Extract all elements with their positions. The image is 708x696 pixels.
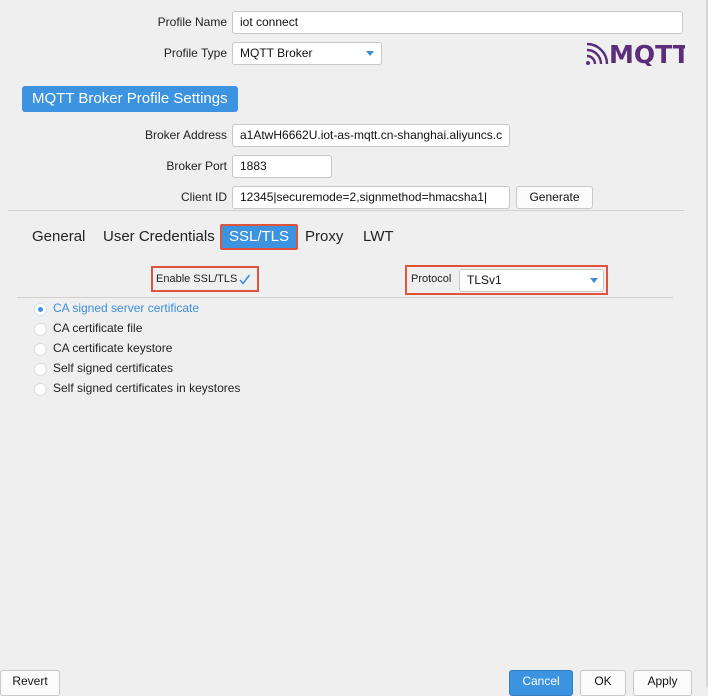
tab-lwt[interactable]: LWT: [363, 228, 394, 246]
mqtt-logo: MQTT: [586, 40, 685, 66]
tab-ssl-tls[interactable]: SSL/TLS: [220, 224, 299, 250]
generate-button[interactable]: Generate: [516, 186, 593, 209]
tab-user-credentials[interactable]: User Credentials: [103, 228, 215, 246]
radio-button[interactable]: [34, 363, 47, 376]
profile-name-input[interactable]: iot connect: [232, 11, 683, 34]
chevron-down-icon: [366, 51, 374, 56]
radio-label: Self signed certificates in keystores: [53, 381, 241, 395]
radio-button[interactable]: [34, 383, 47, 396]
radio-label: CA signed server certificate: [53, 301, 200, 315]
profile-type-label: Profile Type: [163, 46, 227, 60]
divider: [8, 210, 684, 211]
apply-button[interactable]: Apply: [633, 670, 692, 696]
chevron-down-icon: [590, 278, 598, 283]
broker-port-input[interactable]: 1883: [232, 155, 332, 178]
revert-button[interactable]: Revert: [0, 670, 60, 696]
profile-type-select[interactable]: MQTT Broker: [232, 42, 382, 65]
broker-address-input[interactable]: a1AtwH6662U.iot-as-mqtt.cn-shanghai.aliy…: [232, 124, 510, 147]
radio-button[interactable]: [34, 343, 47, 356]
checkmark-icon: [239, 274, 251, 285]
mqtt-logo-text: MQTT: [609, 40, 685, 66]
radio-label: CA certificate keystore: [53, 341, 173, 355]
radio-button[interactable]: [34, 323, 47, 336]
broker-port-label: Broker Port: [166, 159, 227, 173]
enable-ssl-checkbox[interactable]: [238, 273, 251, 286]
protocol-value: TLSv1: [467, 273, 502, 287]
protocol-label: Protocol: [411, 273, 452, 285]
radio-label: CA certificate file: [53, 321, 143, 335]
tab-proxy[interactable]: Proxy: [305, 228, 343, 246]
ok-button[interactable]: OK: [580, 670, 626, 696]
tab-general[interactable]: General: [32, 228, 85, 246]
profile-type-value: MQTT Broker: [240, 46, 313, 60]
enable-ssl-label: Enable SSL/TLS: [156, 273, 238, 285]
client-id-label: Client ID: [180, 190, 227, 204]
client-id-input[interactable]: 12345|securemode=2,signmethod=hmacsha1|: [232, 186, 510, 209]
broker-address-label: Broker Address: [144, 128, 227, 142]
cancel-button[interactable]: Cancel: [509, 670, 573, 696]
radio-label: Self signed certificates: [53, 361, 174, 375]
profile-name-label: Profile Name: [157, 15, 227, 29]
divider: [17, 297, 673, 298]
protocol-select[interactable]: TLSv1: [459, 269, 604, 292]
section-title: MQTT Broker Profile Settings: [22, 86, 238, 112]
radio-button[interactable]: [34, 303, 47, 316]
